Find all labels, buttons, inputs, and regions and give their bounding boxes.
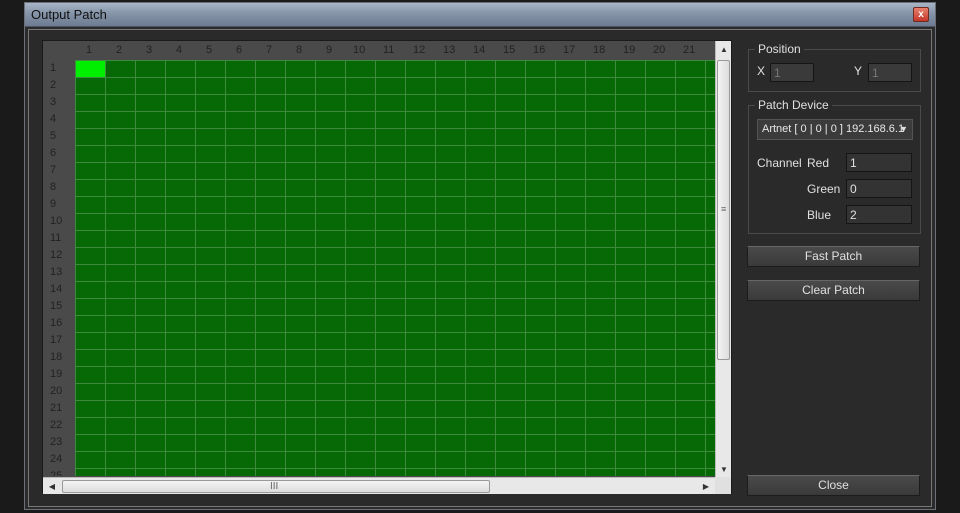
row-label: 6 [50,147,57,159]
row-label: 24 [50,453,63,465]
column-label: 19 [623,44,636,56]
row-label: 17 [50,334,63,346]
column-label: 20 [653,44,666,56]
horizontal-scroll-thumb[interactable]: III [62,480,490,493]
column-label: 18 [593,44,606,56]
row-label: 10 [50,215,63,227]
y-label: Y [854,64,863,78]
column-label: 12 [413,44,426,56]
column-label: 9 [326,44,333,56]
row-label: 11 [50,232,62,244]
blue-channel-field[interactable] [846,205,912,224]
column-label: 5 [206,44,213,56]
column-label: 3 [146,44,153,56]
column-label: 16 [533,44,546,56]
grip-icon: ≡ [721,204,727,214]
row-label: 12 [50,249,63,261]
vertical-scrollbar[interactable]: ▲ ≡ ▼ [715,41,731,478]
grip-icon: III [270,481,279,492]
row-label: 7 [50,164,57,176]
patch-device-group: Patch Device Artnet [ 0 | 0 | 0 ] 192.16… [748,98,921,234]
row-label: 8 [50,181,57,193]
green-channel-field[interactable] [846,179,912,198]
column-label: 17 [563,44,576,56]
row-label: 3 [50,96,57,108]
fast-patch-button[interactable]: Fast Patch [747,246,920,267]
horizontal-scrollbar[interactable]: ◀ III ▶ [43,477,715,494]
title-bar[interactable]: Output Patch x [25,3,935,27]
column-label: 6 [236,44,243,56]
row-label: 23 [50,436,63,448]
patch-device-title: Patch Device [755,98,832,112]
window-title: Output Patch [31,7,107,22]
column-label: 15 [503,44,516,56]
patch-device-select[interactable]: Artnet [ 0 | 0 | 0 ] 192.168.6.1 ▼ [757,119,913,140]
red-label: Red [807,156,830,170]
green-label: Green [807,182,841,196]
row-label: 19 [50,368,63,380]
x-field[interactable] [770,63,814,82]
close-window-icon[interactable]: x [913,7,929,22]
active-cell[interactable] [76,61,105,77]
column-label: 4 [176,44,183,56]
scroll-down-icon[interactable]: ▼ [716,461,732,478]
row-label: 4 [50,113,57,125]
position-group: Position X Y [748,42,921,92]
patch-grid[interactable] [75,60,715,476]
row-label: 20 [50,385,63,397]
scroll-corner [715,477,731,494]
scroll-up-icon[interactable]: ▲ [716,41,732,58]
column-label: 7 [266,44,273,56]
column-label: 13 [443,44,456,56]
row-label: 15 [50,300,63,312]
row-label: 25 [50,470,63,476]
blue-label: Blue [807,208,832,222]
row-label: 9 [50,198,57,210]
dialog-content: 1234567891011121314151617181920212 12345… [28,29,932,507]
patch-grid-panel: 1234567891011121314151617181920212 12345… [42,40,732,494]
column-label: 21 [683,44,696,56]
row-label: 5 [50,130,57,142]
x-label: X [757,64,766,78]
column-header: 1234567891011121314151617181920212 [75,41,715,60]
y-field[interactable] [868,63,912,82]
position-title: Position [755,42,804,56]
chevron-down-icon[interactable]: ▼ [899,124,908,134]
row-label: 21 [50,402,63,414]
row-header: 1 2 3 4 5 6 7 8 9 10 11 12 13 14 15 16 17 18 19 20 21 22 23 24 2… [43,60,75,476]
row-label: 18 [50,351,63,363]
scroll-left-icon[interactable]: ◀ [45,478,59,495]
close-button[interactable]: Close [747,475,920,496]
row-label: 1 [50,62,57,74]
row-label: 2 [50,79,57,91]
channel-label: Channel [757,156,802,170]
row-label: 22 [50,419,63,431]
vertical-scroll-thumb[interactable]: ≡ [717,60,730,360]
row-label: 14 [50,283,63,295]
column-label: 11 [383,44,395,56]
column-label: 10 [353,44,366,56]
clear-patch-button[interactable]: Clear Patch [747,280,920,301]
output-patch-window: Output Patch x 1 2 3 4 5 6 7 8 9 10 11 12 13 14 15 16 17… [24,2,936,510]
scroll-right-icon[interactable]: ▶ [699,478,713,495]
patch-device-value: Artnet [ 0 | 0 | 0 ] 192.168.6.1 [762,123,905,135]
column-label: 2 [116,44,123,56]
red-channel-field[interactable] [846,153,912,172]
column-label: 14 [473,44,486,56]
column-label: 1 [86,44,93,56]
row-label: 16 [50,317,63,329]
row-label: 13 [50,266,63,278]
column-label: 8 [296,44,303,56]
